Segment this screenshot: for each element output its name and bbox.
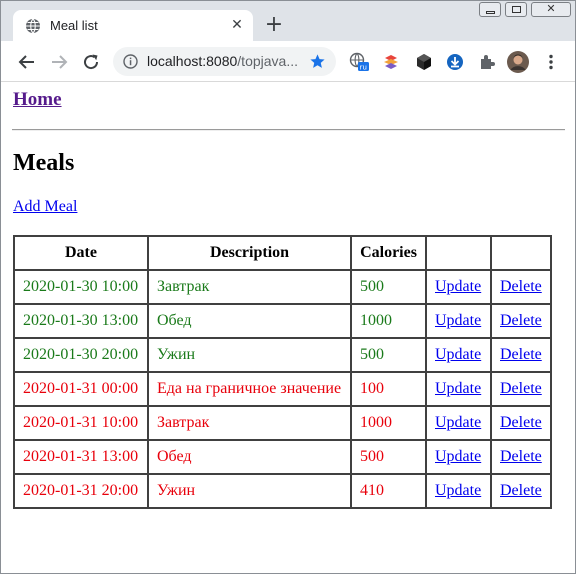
cell-calories: 500: [351, 440, 426, 474]
table-row: 2020-01-31 13:00 Обед 500 Update Delete: [14, 440, 551, 474]
new-tab-icon[interactable]: +: [264, 14, 284, 36]
tab-meal-list[interactable]: Meal list ✕: [13, 10, 253, 41]
cell-update: Update: [426, 440, 491, 474]
forward-arrow-icon[interactable]: [50, 53, 68, 71]
table-row: 2020-01-31 00:00 Еда на граничное значени…: [14, 372, 551, 406]
update-link[interactable]: Update: [435, 346, 481, 363]
browser-toolbar: localhost:8080/topjava... ru: [1, 41, 575, 82]
tab-strip: Meal list ✕ + ✕: [1, 1, 575, 41]
puzzle-extensions-icon[interactable]: [477, 52, 497, 72]
cell-description: Еда на граничное значение: [148, 372, 351, 406]
cell-date: 2020-01-31 20:00: [14, 474, 148, 508]
cell-update: Update: [426, 372, 491, 406]
home-link[interactable]: Home: [13, 89, 62, 111]
delete-link[interactable]: Delete: [500, 414, 542, 431]
cell-delete: Delete: [491, 338, 551, 372]
table-row: 2020-01-30 10:00 Завтрак 500 Update Delete: [14, 270, 551, 304]
bookmark-star-icon[interactable]: [309, 53, 326, 70]
cell-delete: Delete: [491, 440, 551, 474]
page-content: Home Meals Add Meal Date Description Cal…: [1, 82, 575, 573]
cell-date: 2020-01-31 13:00: [14, 440, 148, 474]
cell-update: Update: [426, 304, 491, 338]
minimize-button[interactable]: [479, 2, 501, 17]
header-date: Date: [14, 236, 148, 270]
cell-update: Update: [426, 338, 491, 372]
cell-delete: Delete: [491, 474, 551, 508]
delete-link[interactable]: Delete: [500, 380, 542, 397]
cell-description: Завтрак: [148, 406, 351, 440]
browser-window: Meal list ✕ + ✕ localhost:8080/topjava..…: [0, 0, 576, 574]
menu-dots-icon[interactable]: [541, 52, 561, 72]
cell-delete: Delete: [491, 406, 551, 440]
maximize-button[interactable]: [505, 2, 527, 17]
close-tab-icon[interactable]: ✕: [229, 17, 245, 33]
delete-link[interactable]: Delete: [500, 482, 542, 499]
cell-calories: 1000: [351, 406, 426, 440]
update-link[interactable]: Update: [435, 482, 481, 499]
close-window-button[interactable]: ✕: [531, 2, 571, 17]
cell-description: Ужин: [148, 338, 351, 372]
globe-icon: [26, 18, 40, 34]
cell-calories: 1000: [351, 304, 426, 338]
cell-delete: Delete: [491, 372, 551, 406]
cell-description: Ужин: [148, 474, 351, 508]
horizontal-divider: [12, 129, 565, 131]
update-link[interactable]: Update: [435, 312, 481, 329]
update-link[interactable]: Update: [435, 448, 481, 465]
translate-extension-icon[interactable]: ru: [349, 52, 369, 72]
svg-text:ru: ru: [360, 64, 367, 72]
reload-icon[interactable]: [82, 53, 100, 71]
cube-extension-icon[interactable]: [414, 52, 434, 72]
cell-delete: Delete: [491, 304, 551, 338]
cell-calories: 100: [351, 372, 426, 406]
cell-update: Update: [426, 474, 491, 508]
download-extension-icon[interactable]: [445, 52, 465, 72]
table-row: 2020-01-30 20:00 Ужин 500 Update Delete: [14, 338, 551, 372]
add-meal-link[interactable]: Add Meal: [13, 198, 77, 216]
back-arrow-icon[interactable]: [18, 53, 36, 71]
update-link[interactable]: Update: [435, 278, 481, 295]
meals-table-body: 2020-01-30 10:00 Завтрак 500 Update Delete 20…: [14, 270, 551, 508]
update-link[interactable]: Update: [435, 380, 481, 397]
cell-date: 2020-01-30 10:00: [14, 270, 148, 304]
cell-delete: Delete: [491, 270, 551, 304]
address-bar[interactable]: localhost:8080/topjava...: [113, 47, 336, 76]
stack-extension-icon[interactable]: [381, 52, 401, 72]
tab-title: Meal list: [50, 18, 98, 33]
table-row: 2020-01-31 10:00 Завтрак 1000 Update Delete: [14, 406, 551, 440]
delete-link[interactable]: Delete: [500, 448, 542, 465]
cell-calories: 500: [351, 338, 426, 372]
cell-description: Обед: [148, 440, 351, 474]
header-description: Description: [148, 236, 351, 270]
header-update: [426, 236, 491, 270]
header-calories: Calories: [351, 236, 426, 270]
info-icon[interactable]: [123, 54, 138, 69]
cell-calories: 500: [351, 270, 426, 304]
cell-description: Обед: [148, 304, 351, 338]
cell-update: Update: [426, 270, 491, 304]
cell-date: 2020-01-30 20:00: [14, 338, 148, 372]
delete-link[interactable]: Delete: [500, 312, 542, 329]
url-text: localhost:8080/topjava...: [147, 53, 298, 69]
table-row: 2020-01-31 20:00 Ужин 410 Update Delete: [14, 474, 551, 508]
profile-avatar[interactable]: [507, 51, 529, 73]
table-header-row: Date Description Calories: [14, 236, 551, 270]
page-title: Meals: [13, 150, 75, 176]
header-delete: [491, 236, 551, 270]
update-link[interactable]: Update: [435, 414, 481, 431]
cell-calories: 410: [351, 474, 426, 508]
cell-update: Update: [426, 406, 491, 440]
table-row: 2020-01-30 13:00 Обед 1000 Update Delete: [14, 304, 551, 338]
cell-date: 2020-01-31 10:00: [14, 406, 148, 440]
delete-link[interactable]: Delete: [500, 278, 542, 295]
cell-date: 2020-01-31 00:00: [14, 372, 148, 406]
cell-description: Завтрак: [148, 270, 351, 304]
delete-link[interactable]: Delete: [500, 346, 542, 363]
meals-table: Date Description Calories 2020-01-30 10:…: [13, 235, 552, 509]
cell-date: 2020-01-30 13:00: [14, 304, 148, 338]
